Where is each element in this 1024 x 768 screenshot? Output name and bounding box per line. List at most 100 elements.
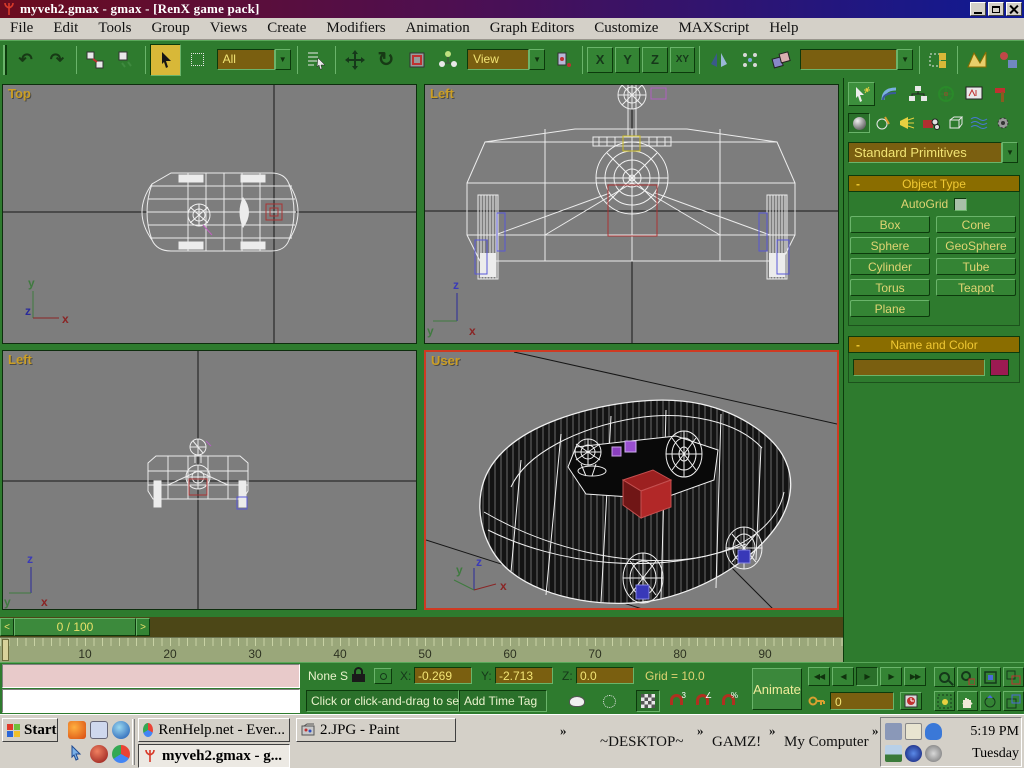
toolbar-chevron[interactable]: » [560, 723, 567, 739]
pointer-icon[interactable] [68, 745, 86, 763]
reference-coordinate-dropdown[interactable]: View ▼ [467, 49, 545, 70]
object-color-swatch[interactable] [990, 359, 1009, 376]
dropdown-arrow-icon[interactable]: ▼ [1002, 142, 1018, 163]
tray-picture-icon[interactable] [885, 745, 902, 762]
select-and-scale-button[interactable] [403, 45, 432, 75]
select-and-rotate-button[interactable]: ↻ [371, 45, 400, 75]
toolbar-chevron[interactable]: » [872, 723, 879, 739]
category-cameras-button[interactable] [920, 113, 942, 133]
tray-volume-icon[interactable] [885, 723, 902, 740]
box-button[interactable]: Box [850, 216, 930, 233]
named-selection-dropdown[interactable]: ▼ [800, 49, 913, 70]
frame-forward-button[interactable]: > [136, 618, 150, 636]
add-time-tag[interactable]: Add Time Tag [459, 690, 547, 712]
tab-motion[interactable] [932, 82, 959, 106]
primitive-category-dropdown[interactable]: Standard Primitives ▼ [848, 142, 1018, 163]
mail-icon[interactable] [90, 721, 108, 739]
named-selection-sets-button[interactable] [924, 45, 953, 75]
play-button[interactable]: ▶ [856, 667, 878, 686]
select-object-button[interactable] [150, 44, 181, 76]
menu-item-customize[interactable]: Customize [584, 20, 668, 37]
min-max-toggle-button[interactable] [1003, 691, 1024, 711]
menu-item-group[interactable]: Group [141, 20, 199, 37]
menu-item-tools[interactable]: Tools [88, 20, 141, 37]
cone-button[interactable]: Cone [936, 216, 1016, 233]
my-computer-toolbar-label[interactable]: My Computer [784, 734, 869, 751]
select-and-move-button[interactable] [340, 45, 369, 75]
selection-lock-icon[interactable] [352, 667, 365, 683]
z-coordinate-field[interactable]: 0.0 [576, 667, 634, 684]
restrict-x-button[interactable]: X [587, 47, 612, 73]
viewport-top[interactable]: y z x Top [2, 84, 417, 344]
select-and-link-icon[interactable] [81, 45, 110, 75]
gamz-toolbar-label[interactable]: GAMZ! [712, 734, 761, 751]
unlink-selection-icon[interactable] [112, 45, 141, 75]
absolute-mode-toggle[interactable] [374, 668, 392, 684]
time-slider-handle[interactable]: 0 / 100 [14, 618, 136, 636]
object-type-rollout-header[interactable]: - Object Type [848, 175, 1020, 192]
category-lights-button[interactable] [896, 113, 918, 133]
torus-button[interactable]: Torus [850, 279, 930, 296]
dropdown-arrow-icon[interactable]: ▼ [897, 49, 913, 70]
region-zoom-button[interactable] [934, 691, 955, 711]
dropdown-arrow-icon[interactable]: ▼ [529, 49, 545, 70]
wheel-rear-right-wireframe[interactable] [726, 527, 762, 569]
restore-button[interactable] [988, 2, 1004, 16]
winamp-icon[interactable] [90, 745, 108, 763]
menu-item-file[interactable]: File [0, 20, 43, 37]
tray-scheduler-icon[interactable] [905, 723, 922, 740]
menu-item-help[interactable]: Help [759, 20, 808, 37]
viewport-top-canvas[interactable]: y z x [3, 85, 416, 343]
autogrid-checkbox[interactable] [954, 198, 967, 211]
restrict-z-button[interactable]: Z [642, 47, 667, 73]
zoom-extents-button[interactable] [980, 667, 1001, 687]
firefox-icon[interactable] [68, 721, 86, 739]
mirror-button[interactable] [704, 45, 733, 75]
previous-frame-button[interactable]: ◀ [832, 667, 854, 686]
align-button[interactable] [767, 45, 796, 75]
taskbar-divider[interactable] [132, 719, 135, 765]
teapot-button[interactable]: Teapot [936, 279, 1016, 296]
toolbar-chevron[interactable]: » [697, 723, 704, 739]
time-configuration-button[interactable] [900, 692, 922, 710]
category-shapes-button[interactable] [872, 113, 894, 133]
collapse-icon[interactable]: - [849, 177, 867, 191]
media-player-icon[interactable] [112, 721, 130, 739]
restrict-y-button[interactable]: Y [615, 47, 640, 73]
animate-button[interactable]: Animate [752, 668, 802, 710]
curve-editor-button[interactable] [962, 45, 991, 75]
use-pivot-center-button[interactable] [549, 45, 578, 75]
degradation-override-button[interactable] [566, 692, 588, 710]
category-systems-button[interactable] [992, 113, 1014, 133]
name-color-rollout-header[interactable]: - Name and Color [848, 336, 1020, 353]
viewport-user-canvas[interactable]: y z x [426, 352, 837, 608]
goto-start-button[interactable]: ◀◀ [808, 667, 830, 686]
desktop-toolbar-label[interactable]: ~DESKTOP~ [600, 734, 683, 751]
toolbar-chevron[interactable]: » [769, 723, 776, 739]
viewport-label-user[interactable]: User [431, 353, 460, 368]
minimize-button[interactable] [970, 2, 986, 16]
menu-item-graph-editors[interactable]: Graph Editors [480, 20, 585, 37]
y-coordinate-field[interactable]: -2.713 [495, 667, 553, 684]
viewport-left-upper-canvas[interactable]: z y x [425, 85, 838, 343]
viewport-user-active[interactable]: y z x User [424, 350, 839, 610]
dropdown-arrow-icon[interactable]: ▼ [275, 49, 291, 70]
snap-3d-toggle[interactable]: 3 [670, 694, 683, 705]
tab-create[interactable] [848, 82, 875, 106]
selection-filter-dropdown[interactable]: All ▼ [217, 49, 291, 70]
select-by-name-button[interactable] [302, 45, 331, 75]
viewport-label-left-upper[interactable]: Left [430, 86, 454, 101]
select-and-manipulate-button[interactable] [434, 45, 463, 75]
start-button[interactable]: Start [2, 718, 58, 742]
chrome-icon[interactable] [112, 745, 130, 763]
menu-item-animation[interactable]: Animation [396, 20, 480, 37]
rectangular-selection-region-button[interactable] [183, 45, 212, 75]
tray-messenger-icon[interactable] [925, 723, 942, 740]
menu-item-edit[interactable]: Edit [43, 20, 88, 37]
redo-button[interactable]: ↷ [42, 45, 71, 75]
array-button[interactable] [735, 45, 764, 75]
category-helpers-button[interactable] [944, 113, 966, 133]
tray-speaker-icon[interactable] [925, 745, 942, 762]
wheel-front-wireframe[interactable] [666, 431, 702, 477]
pan-button[interactable] [957, 691, 978, 711]
